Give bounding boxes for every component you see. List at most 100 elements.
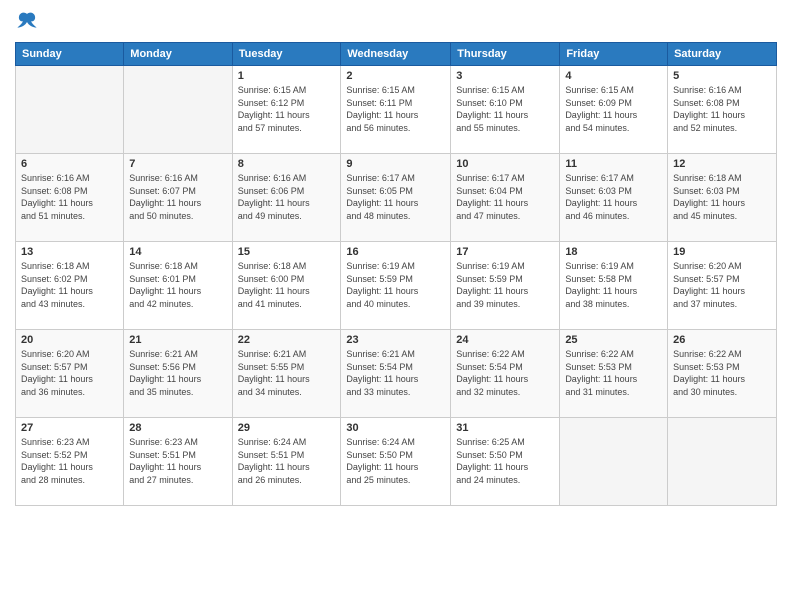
calendar-cell: 1 Sunrise: 6:15 AMSunset: 6:12 PMDaylight… [232,66,341,154]
day-number: 31 [456,422,554,434]
day-info: Sunrise: 6:18 AMSunset: 6:01 PMDaylight:… [129,260,226,310]
day-info: Sunrise: 6:17 AMSunset: 6:04 PMDaylight:… [456,172,554,222]
calendar-cell: 23 Sunrise: 6:21 AMSunset: 5:54 PMDayligh… [341,330,451,418]
day-number: 12 [673,158,771,170]
weekday-header-sunday: Sunday [16,43,124,66]
weekday-header-tuesday: Tuesday [232,43,341,66]
calendar-cell [16,66,124,154]
day-info: Sunrise: 6:15 AMSunset: 6:09 PMDaylight:… [565,84,662,134]
day-info: Sunrise: 6:22 AMSunset: 5:54 PMDaylight:… [456,348,554,398]
day-number: 26 [673,334,771,346]
day-info: Sunrise: 6:15 AMSunset: 6:10 PMDaylight:… [456,84,554,134]
header [15,10,777,34]
calendar-cell [560,418,668,506]
day-info: Sunrise: 6:16 AMSunset: 6:06 PMDaylight:… [238,172,336,222]
day-info: Sunrise: 6:24 AMSunset: 5:50 PMDaylight:… [346,436,445,486]
day-number: 29 [238,422,336,434]
day-info: Sunrise: 6:21 AMSunset: 5:55 PMDaylight:… [238,348,336,398]
day-number: 24 [456,334,554,346]
day-number: 3 [456,70,554,82]
calendar-table: SundayMondayTuesdayWednesdayThursdayFrid… [15,42,777,506]
day-info: Sunrise: 6:16 AMSunset: 6:07 PMDaylight:… [129,172,226,222]
calendar-cell: 26Sunrise: 6:22 AMSunset: 5:53 PMDayligh… [668,330,777,418]
calendar-cell: 5 Sunrise: 6:16 AMSunset: 6:08 PMDaylight… [668,66,777,154]
day-info: Sunrise: 6:23 AMSunset: 5:51 PMDaylight:… [129,436,226,486]
weekday-header-wednesday: Wednesday [341,43,451,66]
day-number: 6 [21,158,118,170]
calendar-cell: 4 Sunrise: 6:15 AMSunset: 6:09 PMDaylight… [560,66,668,154]
calendar-cell: 2Sunrise: 6:15 AMSunset: 6:11 PMDaylight… [341,66,451,154]
day-info: Sunrise: 6:19 AMSunset: 5:59 PMDaylight:… [456,260,554,310]
day-info: Sunrise: 6:17 AMSunset: 6:05 PMDaylight:… [346,172,445,222]
calendar-cell: 10 Sunrise: 6:17 AMSunset: 6:04 PMDayligh… [451,154,560,242]
calendar-cell: 6 Sunrise: 6:16 AMSunset: 6:08 PMDaylight… [16,154,124,242]
calendar-cell: 14 Sunrise: 6:18 AMSunset: 6:01 PMDayligh… [124,242,232,330]
calendar-cell: 17 Sunrise: 6:19 AMSunset: 5:59 PMDayligh… [451,242,560,330]
day-number: 2 [346,70,445,82]
day-number: 17 [456,246,554,258]
day-info: Sunrise: 6:18 AMSunset: 6:02 PMDaylight:… [21,260,118,310]
day-info: Sunrise: 6:18 AMSunset: 6:00 PMDaylight:… [238,260,336,310]
day-info: Sunrise: 6:16 AMSunset: 6:08 PMDaylight:… [21,172,118,222]
logo-bird-icon [15,10,39,34]
calendar-cell: 13 Sunrise: 6:18 AMSunset: 6:02 PMDayligh… [16,242,124,330]
day-number: 10 [456,158,554,170]
calendar-week-row: 6 Sunrise: 6:16 AMSunset: 6:08 PMDaylight… [16,154,777,242]
weekday-header-row: SundayMondayTuesdayWednesdayThursdayFrid… [16,43,777,66]
day-number: 1 [238,70,336,82]
calendar-cell: 20 Sunrise: 6:20 AMSunset: 5:57 PMDayligh… [16,330,124,418]
calendar-cell: 29 Sunrise: 6:24 AMSunset: 5:51 PMDayligh… [232,418,341,506]
day-number: 9 [346,158,445,170]
logo [15,10,43,34]
day-number: 19 [673,246,771,258]
day-number: 4 [565,70,662,82]
day-info: Sunrise: 6:24 AMSunset: 5:51 PMDaylight:… [238,436,336,486]
day-number: 13 [21,246,118,258]
calendar-week-row: 13 Sunrise: 6:18 AMSunset: 6:02 PMDayligh… [16,242,777,330]
day-number: 27 [21,422,118,434]
day-number: 11 [565,158,662,170]
calendar-cell: 11 Sunrise: 6:17 AMSunset: 6:03 PMDayligh… [560,154,668,242]
day-info: Sunrise: 6:21 AMSunset: 5:56 PMDaylight:… [129,348,226,398]
day-number: 22 [238,334,336,346]
calendar-cell: 30 Sunrise: 6:24 AMSunset: 5:50 PMDayligh… [341,418,451,506]
day-info: Sunrise: 6:16 AMSunset: 6:08 PMDaylight:… [673,84,771,134]
day-number: 15 [238,246,336,258]
calendar-cell: 28Sunrise: 6:23 AMSunset: 5:51 PMDayligh… [124,418,232,506]
day-number: 5 [673,70,771,82]
calendar-cell: 16Sunrise: 6:19 AMSunset: 5:59 PMDayligh… [341,242,451,330]
calendar-cell: 31 Sunrise: 6:25 AMSunset: 5:50 PMDayligh… [451,418,560,506]
calendar-cell: 7Sunrise: 6:16 AMSunset: 6:07 PMDaylight… [124,154,232,242]
day-number: 20 [21,334,118,346]
calendar-cell: 12 Sunrise: 6:18 AMSunset: 6:03 PMDayligh… [668,154,777,242]
day-info: Sunrise: 6:22 AMSunset: 5:53 PMDaylight:… [565,348,662,398]
day-number: 23 [346,334,445,346]
day-number: 16 [346,246,445,258]
calendar-cell: 15 Sunrise: 6:18 AMSunset: 6:00 PMDayligh… [232,242,341,330]
weekday-header-monday: Monday [124,43,232,66]
page-container: SundayMondayTuesdayWednesdayThursdayFrid… [0,0,792,612]
calendar-cell: 9 Sunrise: 6:17 AMSunset: 6:05 PMDaylight… [341,154,451,242]
day-info: Sunrise: 6:20 AMSunset: 5:57 PMDaylight:… [21,348,118,398]
weekday-header-saturday: Saturday [668,43,777,66]
calendar-week-row: 1 Sunrise: 6:15 AMSunset: 6:12 PMDaylight… [16,66,777,154]
calendar-cell: 19 Sunrise: 6:20 AMSunset: 5:57 PMDayligh… [668,242,777,330]
day-number: 30 [346,422,445,434]
day-info: Sunrise: 6:18 AMSunset: 6:03 PMDaylight:… [673,172,771,222]
day-info: Sunrise: 6:25 AMSunset: 5:50 PMDaylight:… [456,436,554,486]
calendar-week-row: 27 Sunrise: 6:23 AMSunset: 5:52 PMDayligh… [16,418,777,506]
day-info: Sunrise: 6:20 AMSunset: 5:57 PMDaylight:… [673,260,771,310]
day-number: 18 [565,246,662,258]
day-number: 8 [238,158,336,170]
day-info: Sunrise: 6:17 AMSunset: 6:03 PMDaylight:… [565,172,662,222]
calendar-cell: 27 Sunrise: 6:23 AMSunset: 5:52 PMDayligh… [16,418,124,506]
day-info: Sunrise: 6:23 AMSunset: 5:52 PMDaylight:… [21,436,118,486]
calendar-cell: 24 Sunrise: 6:22 AMSunset: 5:54 PMDayligh… [451,330,560,418]
calendar-cell: 22 Sunrise: 6:21 AMSunset: 5:55 PMDayligh… [232,330,341,418]
weekday-header-thursday: Thursday [451,43,560,66]
day-info: Sunrise: 6:19 AMSunset: 5:58 PMDaylight:… [565,260,662,310]
calendar-cell: 21Sunrise: 6:21 AMSunset: 5:56 PMDayligh… [124,330,232,418]
day-info: Sunrise: 6:21 AMSunset: 5:54 PMDaylight:… [346,348,445,398]
day-number: 14 [129,246,226,258]
day-info: Sunrise: 6:15 AMSunset: 6:12 PMDaylight:… [238,84,336,134]
